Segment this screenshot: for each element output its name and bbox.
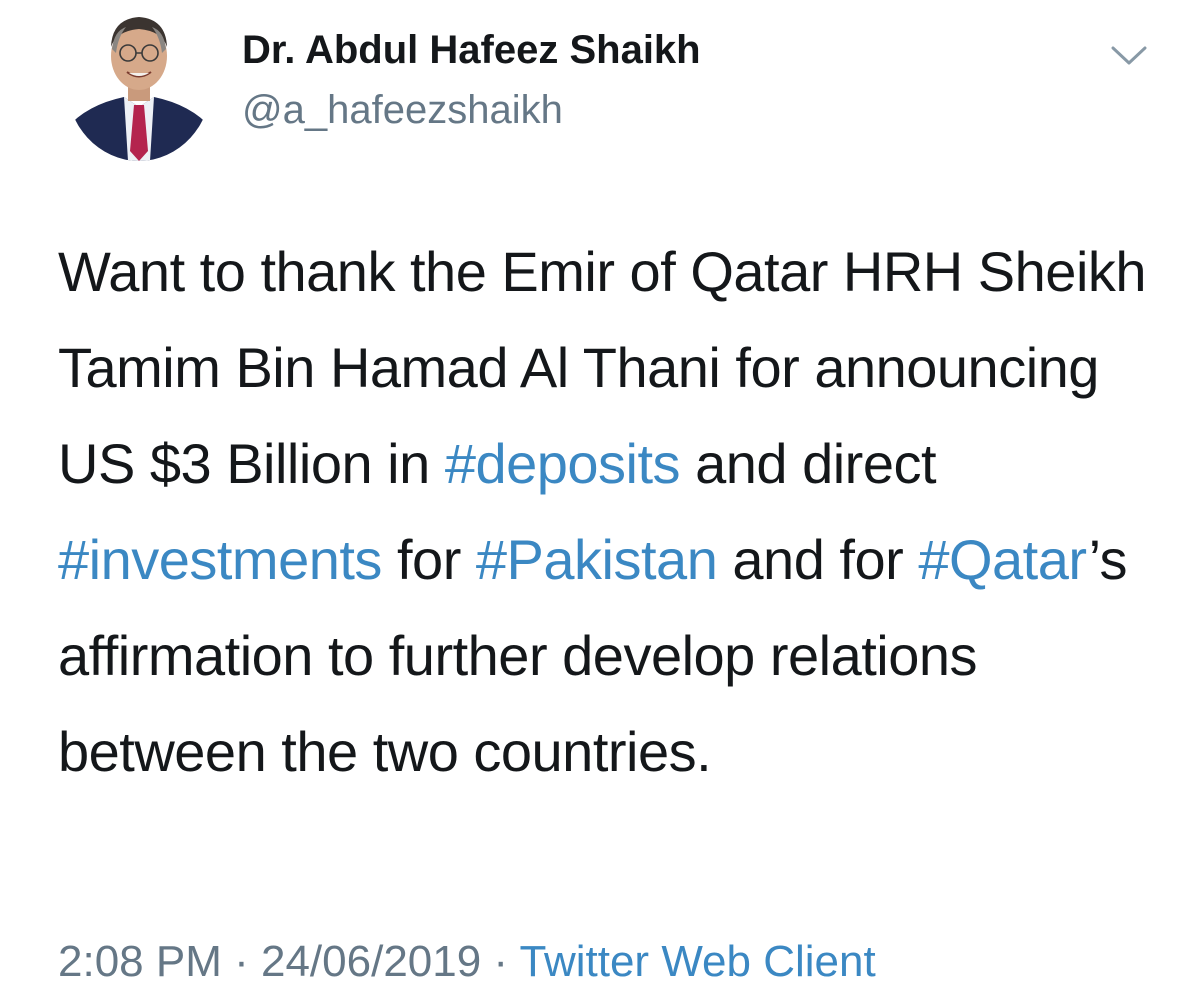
tweet-text-segment: and direct — [680, 432, 937, 495]
tweet-text-segment: for — [381, 528, 476, 591]
hashtag-link-pakistan[interactable]: #Pakistan — [476, 528, 718, 591]
tweet-text-segment: and for — [717, 528, 919, 591]
hashtag-link-qatar[interactable]: #Qatar — [918, 528, 1089, 591]
meta-separator: · — [481, 937, 520, 986]
chevron-down-icon — [1111, 46, 1147, 65]
avatar[interactable] — [66, 1, 212, 161]
profile-photo-icon — [66, 1, 212, 161]
tweet-time[interactable]: 2:08 PM — [58, 937, 222, 986]
tweet-text: Want to thank the Emir of Qatar HRH Shei… — [58, 224, 1168, 800]
author-block[interactable]: Dr. Abdul Hafeez Shaikh @a_hafeezshaikh — [242, 26, 701, 134]
tweet-meta: 2:08 PM · 24/06/2019 · Twitter Web Clien… — [58, 934, 876, 990]
tweet-date[interactable]: 24/06/2019 — [261, 937, 481, 986]
meta-separator: · — [221, 937, 261, 986]
hashtag-link-deposits[interactable]: #deposits — [445, 432, 681, 495]
user-handle[interactable]: @a_hafeezshaikh — [242, 86, 701, 134]
tweet: Dr. Abdul Hafeez Shaikh @a_hafeezshaikh … — [0, 0, 1200, 988]
display-name[interactable]: Dr. Abdul Hafeez Shaikh — [242, 26, 701, 74]
hashtag-link-investments[interactable]: #investments — [58, 528, 382, 591]
tweet-menu-button[interactable] — [1110, 40, 1148, 70]
tweet-source-link[interactable]: Twitter Web Client — [520, 937, 876, 986]
